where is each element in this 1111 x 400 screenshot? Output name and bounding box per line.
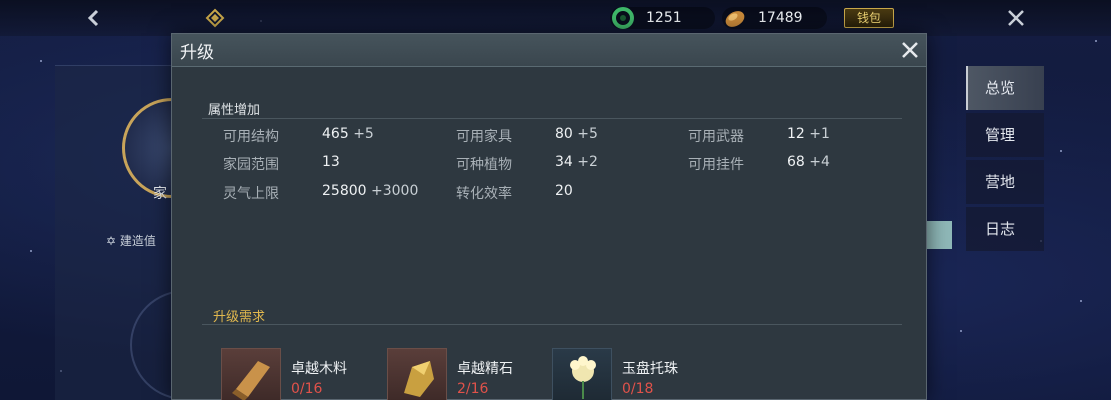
attr-value: 68 +4 xyxy=(787,154,830,170)
attr-label: 可用武器 xyxy=(688,129,744,145)
diamond-menu-button[interactable] xyxy=(205,8,225,28)
attr-label: 可用挂件 xyxy=(688,157,744,173)
attr-label: 灵气上限 xyxy=(223,186,279,202)
diamond-icon xyxy=(205,8,225,28)
requirement-count: 2/16 xyxy=(457,381,489,397)
dialog-header xyxy=(172,34,926,67)
requirements-section-title: 升级需求 xyxy=(213,310,266,325)
upgrade-dialog: 升级 属性增加 可用结构 465 +5 可用家具 80 +5 可用武器 12 +… xyxy=(171,33,927,400)
attr-value: 80 +5 xyxy=(555,126,598,142)
attributes-section-title: 属性增加 xyxy=(208,103,261,118)
attr-label: 转化效率 xyxy=(456,186,512,202)
close-page-button[interactable] xyxy=(1003,5,1029,31)
tab-manage[interactable]: 管理 xyxy=(966,113,1044,157)
requirement-count: 0/16 xyxy=(291,381,323,397)
attr-label: 可用家具 xyxy=(456,129,512,145)
attr-value: 13 xyxy=(322,154,340,170)
requirement-name: 卓越木料 xyxy=(291,361,347,377)
gold-amount: 17489 xyxy=(758,10,803,26)
attr-label: 可用结构 xyxy=(223,129,279,145)
attr-value: 465 +5 xyxy=(322,126,374,142)
requirement-name: 卓越精石 xyxy=(457,361,513,377)
back-button[interactable] xyxy=(82,6,106,30)
divider xyxy=(202,324,902,325)
stone-icon xyxy=(387,348,447,400)
gold-ingot-icon xyxy=(725,11,745,27)
attr-label: 可种植物 xyxy=(456,157,512,173)
tab-log[interactable]: 日志 xyxy=(966,207,1044,251)
flower-icon xyxy=(552,348,612,400)
dialog-title: 升级 xyxy=(180,43,214,63)
dialog-close-button[interactable] xyxy=(897,37,923,63)
requirement-item[interactable]: 玉盘托珠 0/18 xyxy=(552,348,722,400)
progress-bar-edge xyxy=(926,221,952,249)
gold-currency: 17489 xyxy=(722,7,827,29)
attr-value: 25800 +3000 xyxy=(322,183,419,199)
requirement-item[interactable]: 卓越木料 0/16 xyxy=(221,348,391,400)
jade-currency: 1251 xyxy=(610,7,715,29)
close-icon xyxy=(1008,10,1024,26)
jade-amount: 1251 xyxy=(646,10,682,26)
divider xyxy=(202,118,902,119)
attr-value: 20 xyxy=(555,183,573,199)
requirement-item[interactable]: 卓越精石 2/16 xyxy=(387,348,557,400)
top-bar: 1251 17489 钱包 xyxy=(0,0,1111,36)
chevron-left-icon xyxy=(87,9,99,27)
close-icon xyxy=(902,42,918,58)
tab-camp[interactable]: 营地 xyxy=(966,160,1044,204)
home-emblem-label: 家 xyxy=(153,186,167,202)
attr-label: 家园范围 xyxy=(223,157,279,173)
wallet-button[interactable]: 钱包 xyxy=(844,8,894,28)
tab-overview[interactable]: 总览 xyxy=(966,66,1044,110)
attr-value: 12 +1 xyxy=(787,126,830,142)
requirement-count: 0/18 xyxy=(622,381,654,397)
jade-ring-icon xyxy=(612,7,634,29)
side-tab-bar: 总览 管理 营地 日志 xyxy=(966,66,1044,254)
wood-icon xyxy=(221,348,281,400)
build-value-label: ✡ 建造值 xyxy=(106,234,156,248)
hexagram-icon: ✡ xyxy=(106,234,120,248)
requirement-name: 玉盘托珠 xyxy=(622,361,678,377)
attr-value: 34 +2 xyxy=(555,154,598,170)
